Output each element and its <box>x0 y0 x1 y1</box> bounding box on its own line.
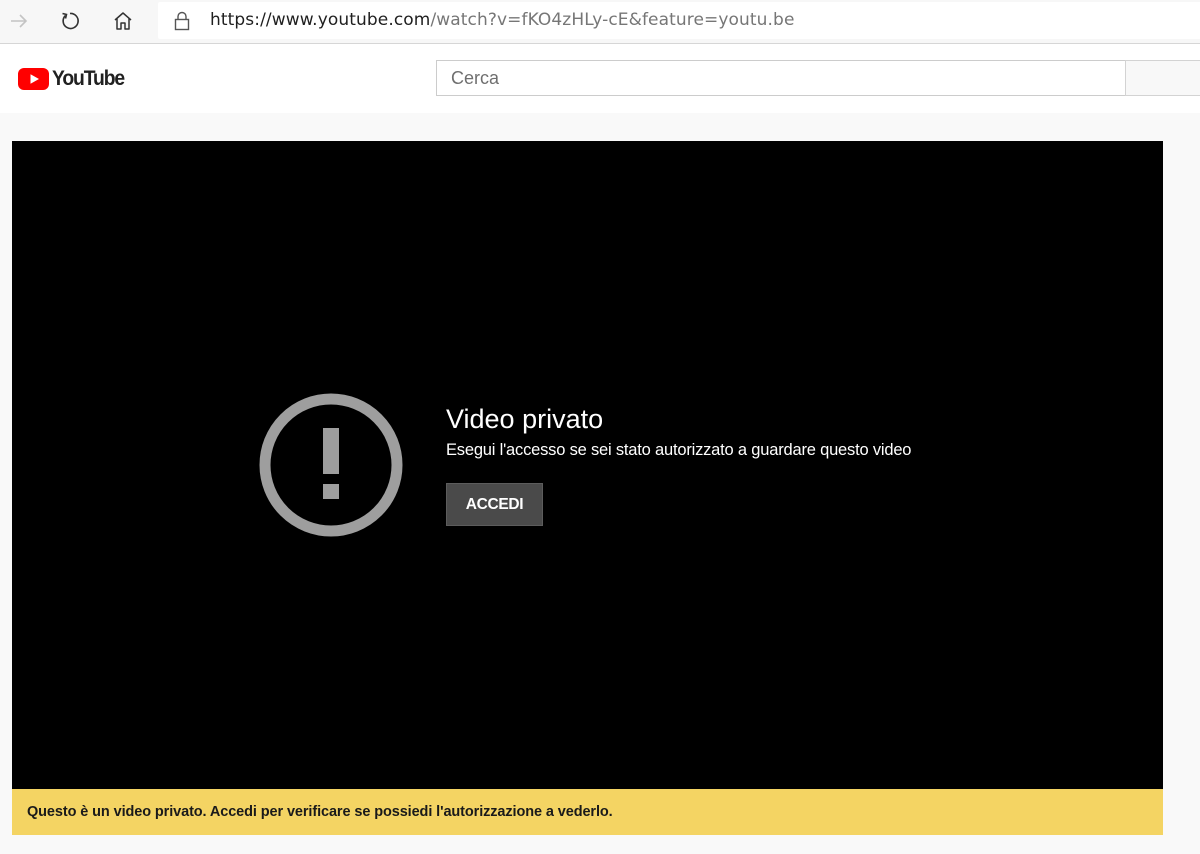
reload-button[interactable] <box>55 6 85 36</box>
youtube-play-icon <box>18 68 49 90</box>
home-button[interactable] <box>108 6 138 36</box>
browser-toolbar: https://www.youtube.com/watch?v=fKO4zHLy… <box>0 0 1200 44</box>
url-text: https://www.youtube.com/watch?v=fKO4zHLy… <box>210 10 795 30</box>
signin-button[interactable]: ACCEDI <box>446 483 543 526</box>
url-host: https://www.youtube.com <box>210 10 431 30</box>
url-path: /watch?v=fKO4zHLy-cE&feature=youtu.be <box>430 10 795 30</box>
lock-icon <box>174 11 190 31</box>
search-input[interactable] <box>436 60 1126 96</box>
forward-button[interactable] <box>4 6 34 36</box>
error-subtitle: Esegui l'accesso se sei stato autorizzat… <box>446 441 912 459</box>
youtube-logo[interactable]: YouTube <box>18 67 130 91</box>
error-title: Video privato <box>446 404 604 434</box>
search-button[interactable] <box>1125 60 1200 96</box>
youtube-logo-text: YouTube <box>52 67 125 90</box>
private-video-notice: Questo è un video privato. Accedi per ve… <box>12 789 1163 835</box>
home-icon <box>114 12 132 30</box>
reload-icon <box>62 12 79 30</box>
notice-text: Questo è un video privato. Accedi per ve… <box>27 804 613 820</box>
address-bar[interactable]: https://www.youtube.com/watch?v=fKO4zHLy… <box>158 2 1200 39</box>
alert-circle-icon <box>259 393 403 537</box>
forward-arrow-icon <box>11 14 28 28</box>
youtube-header: YouTube <box>0 44 1200 113</box>
video-player: Video privato Esegui l'accesso se sei st… <box>12 141 1163 789</box>
